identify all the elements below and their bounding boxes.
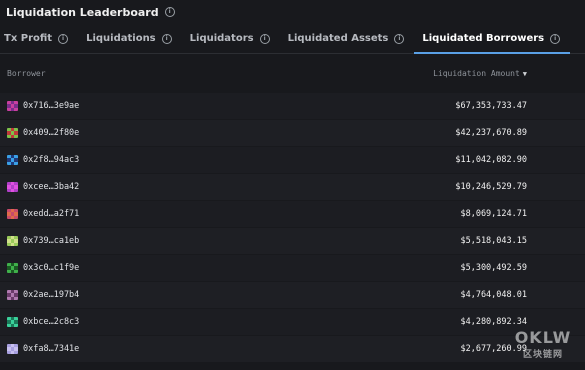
avatar (7, 182, 18, 192)
liquidation-amount: $5,300,492.59 (460, 263, 527, 273)
liquidation-amount: $8,069,124.71 (460, 209, 527, 219)
borrower-address[interactable]: 0x716…3e9ae (23, 101, 79, 111)
watermark: OKLW 区块链网 (507, 322, 579, 366)
borrower-cell: 0x2f8…94ac3 (7, 155, 79, 165)
liquidation-amount: $5,518,043.15 (460, 236, 527, 246)
tab-label: Liquidators (189, 33, 254, 44)
column-header-borrower: Borrower (7, 69, 46, 78)
info-icon[interactable]: i (58, 33, 69, 44)
info-icon[interactable]: i (161, 33, 172, 44)
column-header-liquidation-amount[interactable]: Liquidation Amount ▼ (433, 69, 527, 78)
borrower-address[interactable]: 0x2f8…94ac3 (23, 155, 79, 165)
tab-label: Tx Profit (4, 33, 53, 44)
tab-liquidated-assets[interactable]: Liquidated Assets i (280, 24, 415, 53)
borrower-address[interactable]: 0xedd…a2f71 (23, 209, 79, 219)
borrower-address[interactable]: 0x739…ca1eb (23, 236, 79, 246)
table-row[interactable]: 0x716…3e9ae $67,353,733.47 (0, 93, 585, 119)
borrower-cell: 0xedd…a2f71 (7, 209, 79, 219)
watermark-logo: OKLW (514, 328, 572, 347)
tab-tx-profit[interactable]: Tx Profit i (0, 24, 78, 53)
leaderboard-header: Liquidation Leaderboard i (0, 0, 585, 24)
info-icon[interactable]: i (550, 33, 561, 44)
liquidation-amount: $4,764,048.01 (460, 290, 527, 300)
avatar (7, 317, 18, 327)
liquidation-amount: $10,246,529.79 (455, 182, 527, 192)
table-row[interactable]: 0x2ae…197b4 $4,764,048.01 (0, 282, 585, 308)
borrower-address[interactable]: 0xbce…2c8c3 (23, 317, 79, 327)
table-row[interactable]: 0xedd…a2f71 $8,069,124.71 (0, 201, 585, 227)
table-row[interactable]: 0xbce…2c8c3 $4,280,892.34 (0, 309, 585, 335)
liquidation-amount: $11,042,082.90 (455, 155, 527, 165)
borrower-address[interactable]: 0x3c0…c1f9e (23, 263, 79, 273)
table-row[interactable]: 0x2f8…94ac3 $11,042,082.90 (0, 147, 585, 173)
avatar (7, 263, 18, 273)
table-header: Borrower Liquidation Amount ▼ (0, 54, 585, 93)
avatar (7, 155, 18, 165)
tab-label: Liquidations (86, 33, 156, 44)
borrower-cell: 0x409…2f80e (7, 128, 79, 138)
info-icon[interactable]: i (259, 33, 270, 44)
table-row[interactable]: 0x3c0…c1f9e $5,300,492.59 (0, 255, 585, 281)
table-row[interactable]: 0xfa8…7341e $2,677,260.99 (0, 336, 585, 362)
table-body: 0x716…3e9ae $67,353,733.47 0x409…2f80e $… (0, 93, 585, 362)
borrower-cell: 0x3c0…c1f9e (7, 263, 79, 273)
borrower-address[interactable]: 0x2ae…197b4 (23, 290, 79, 300)
page-title: Liquidation Leaderboard (6, 5, 159, 19)
borrower-cell: 0x2ae…197b4 (7, 290, 79, 300)
sort-desc-icon[interactable]: ▼ (523, 70, 527, 78)
tab-liquidations[interactable]: Liquidations i (78, 24, 182, 53)
avatar (7, 236, 18, 246)
table-row[interactable]: 0x739…ca1eb $5,518,043.15 (0, 228, 585, 254)
table-row[interactable]: 0xcee…3ba42 $10,246,529.79 (0, 174, 585, 200)
liquidation-amount: $67,353,733.47 (455, 101, 527, 111)
tab-liquidators[interactable]: Liquidators i (182, 24, 280, 53)
borrower-address[interactable]: 0x409…2f80e (23, 128, 79, 138)
avatar (7, 209, 18, 219)
borrower-cell: 0xfa8…7341e (7, 344, 79, 354)
tab-label: Liquidated Assets (287, 33, 389, 44)
avatar (7, 290, 18, 300)
avatar (7, 128, 18, 138)
column-header-label: Liquidation Amount (433, 69, 520, 78)
borrower-address[interactable]: 0xfa8…7341e (23, 344, 79, 354)
borrower-cell: 0xbce…2c8c3 (7, 317, 79, 327)
borrower-cell: 0x739…ca1eb (7, 236, 79, 246)
tab-liquidated-borrowers[interactable]: Liquidated Borrowers i (414, 24, 570, 54)
info-icon[interactable]: i (164, 7, 175, 17)
avatar (7, 101, 18, 111)
liquidation-amount: $42,237,670.89 (455, 128, 527, 138)
tab-label: Liquidated Borrowers (422, 33, 545, 44)
borrower-cell: 0x716…3e9ae (7, 101, 79, 111)
tab-bar: Tx Profit i Liquidations i Liquidators i… (0, 24, 585, 54)
watermark-subtitle: 区块链网 (522, 350, 563, 360)
info-icon[interactable]: i (394, 33, 405, 44)
table-row[interactable]: 0x409…2f80e $42,237,670.89 (0, 120, 585, 146)
borrower-address[interactable]: 0xcee…3ba42 (23, 182, 79, 192)
avatar (7, 344, 18, 354)
borrower-cell: 0xcee…3ba42 (7, 182, 79, 192)
